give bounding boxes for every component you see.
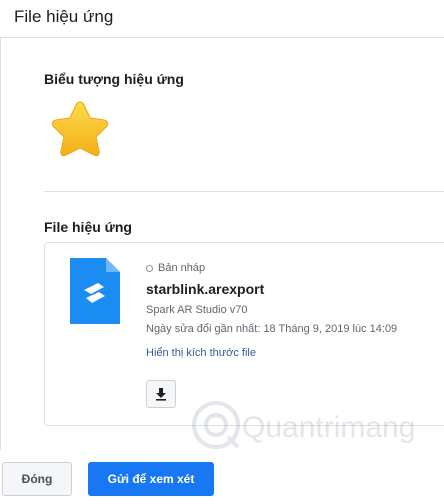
show-file-size-link[interactable]: Hiển thị kích thước file (146, 347, 256, 359)
section-divider (44, 191, 444, 192)
file-status: Bản nháp (146, 262, 205, 274)
star-icon (51, 101, 109, 157)
effect-icon-section-title: Biểu tượng hiệu ứng (44, 71, 184, 87)
spark-ar-file-icon (70, 258, 120, 324)
effect-file-section-title: File hiệu ứng (44, 219, 132, 235)
status-dot-icon (146, 264, 153, 272)
watermark-text: Quantrimang (242, 411, 415, 444)
download-button[interactable] (146, 380, 176, 408)
submit-for-review-button[interactable]: Gửi để xem xét (88, 462, 214, 496)
file-name: starblink.arexport (146, 281, 265, 297)
watermark-logo: Quantrimang (192, 401, 415, 449)
dialog-body: Biểu tượng hiệu ứng File hiệu ứng Bản nh… (0, 38, 444, 450)
dialog-title: File hiệu ứng (14, 7, 114, 26)
file-modified-date: Ngày sửa đổi gần nhất: 18 Tháng 9, 2019 … (146, 323, 398, 335)
dialog-header: File hiệu ứng (0, 0, 444, 38)
file-status-label: Bản nháp (158, 262, 206, 274)
download-icon (156, 388, 166, 401)
dialog-footer: Đóng Gửi để xem xét (0, 450, 444, 504)
file-app-version: Spark AR Studio v70 (146, 304, 248, 316)
close-button[interactable]: Đóng (2, 462, 72, 496)
